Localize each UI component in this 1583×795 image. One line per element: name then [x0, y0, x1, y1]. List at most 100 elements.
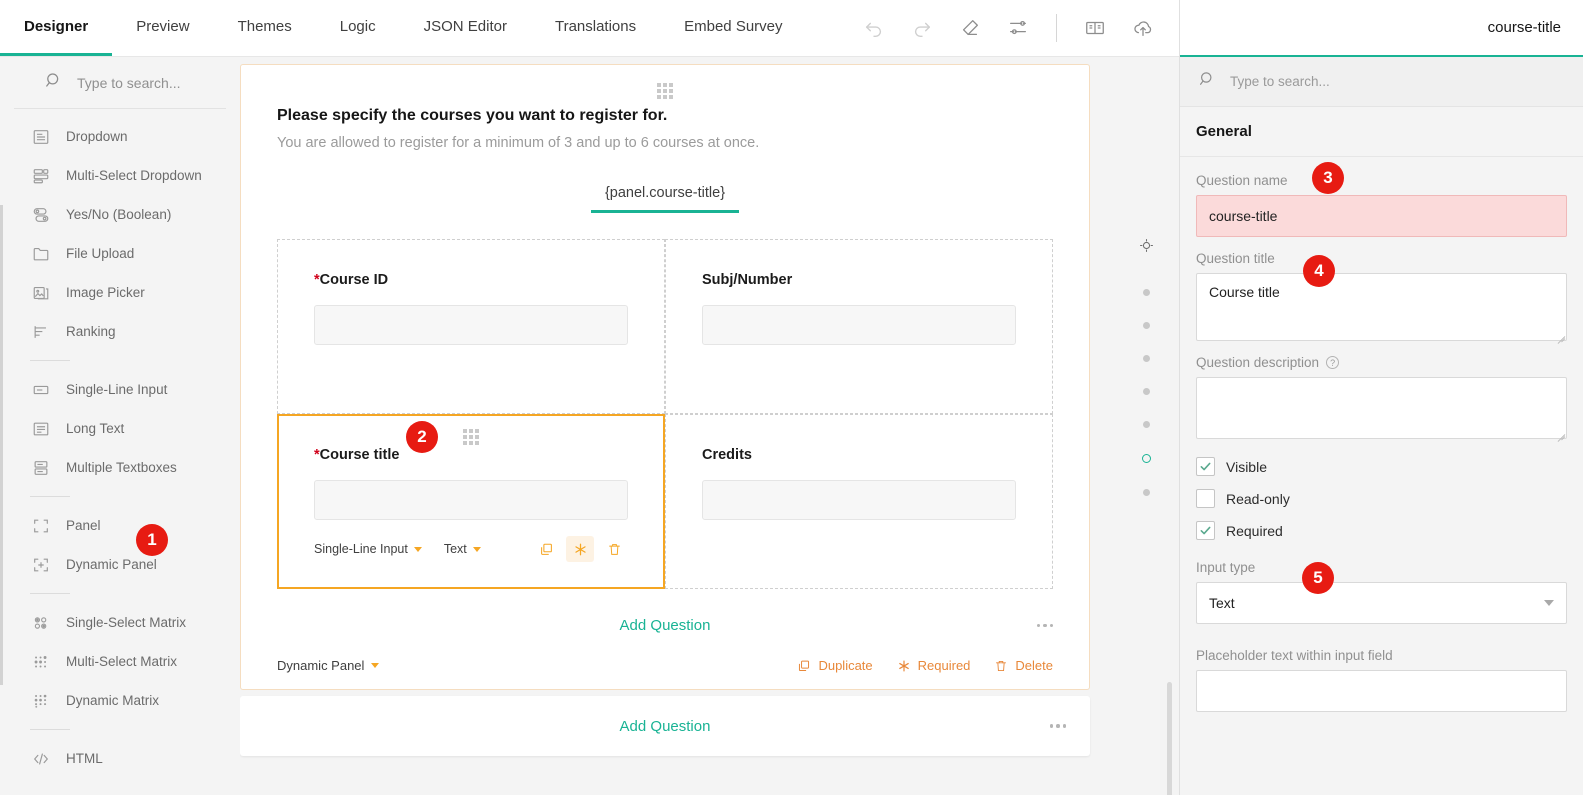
toolbox-item-multi-select-matrix[interactable]: Multi-Select Matrix: [0, 642, 240, 681]
toolbox-item-multiple-textboxes[interactable]: Multiple Textboxes: [0, 448, 240, 487]
nav-dot-1[interactable]: [1143, 322, 1150, 329]
checkbox-read-only[interactable]: Read-only: [1196, 489, 1567, 508]
tab-preview[interactable]: Preview: [112, 0, 213, 56]
required-asterisk-icon[interactable]: [566, 536, 594, 562]
question-drag-handle[interactable]: [463, 429, 479, 445]
search-icon: [44, 71, 63, 95]
textarea-resize-handle[interactable]: [1554, 328, 1565, 339]
toolbox-item-dynamic-panel[interactable]: Dynamic Panel: [0, 545, 240, 584]
annotation-badge-1: 1: [136, 524, 168, 556]
tab-json-editor[interactable]: JSON Editor: [400, 0, 531, 56]
nav-dot-4[interactable]: [1143, 421, 1150, 428]
toolbox-item-single-line-input[interactable]: Single-Line Input: [0, 370, 240, 409]
top-toolbar: [852, 0, 1179, 56]
question-title-value: Course title: [1209, 284, 1280, 300]
redo-icon[interactable]: [900, 6, 944, 50]
cloud-upload-icon[interactable]: [1121, 6, 1165, 50]
help-question-icon[interactable]: ?: [1326, 356, 1340, 369]
page-add-question-card[interactable]: Add Question: [240, 696, 1090, 756]
question-input-course-title[interactable]: [314, 480, 628, 520]
preview-book-icon[interactable]: [1073, 6, 1117, 50]
question-label: *Course ID: [314, 272, 628, 288]
duplicate-icon[interactable]: [532, 536, 560, 562]
toolbox-item-multi-select-dropdown[interactable]: Multi-Select Dropdown: [0, 156, 240, 195]
tab-embed-survey[interactable]: Embed Survey: [660, 0, 806, 56]
page-drag-handle[interactable]: [277, 83, 1053, 99]
toolbox-scrollbar[interactable]: [0, 205, 3, 685]
checkbox-required[interactable]: Required: [1196, 521, 1567, 540]
panel-duplicate-button[interactable]: Duplicate: [797, 658, 873, 673]
question-name-input[interactable]: course-title: [1196, 195, 1567, 237]
nav-dot-6[interactable]: [1143, 489, 1150, 496]
add-question-button[interactable]: Add Question: [620, 617, 711, 634]
toolbox-item-single-select-matrix[interactable]: Single-Select Matrix: [0, 603, 240, 642]
toolbox-item-long-text[interactable]: Long Text: [0, 409, 240, 448]
question-title-textarea[interactable]: Course title: [1196, 273, 1567, 341]
toolbox-item-image-picker[interactable]: Image Picker: [0, 273, 240, 312]
tab-logic[interactable]: Logic: [316, 0, 400, 56]
delete-trash-icon[interactable]: [600, 536, 628, 562]
question-label-text: Credits: [702, 447, 752, 463]
nav-dot-0[interactable]: [1143, 289, 1150, 296]
textarea-resize-handle[interactable]: [1554, 426, 1565, 437]
survey-page[interactable]: Please specify the courses you want to r…: [240, 64, 1090, 690]
tab-translations[interactable]: Translations: [531, 0, 660, 56]
toolbox-item-yes-no-boolean[interactable]: Yes/No (Boolean): [0, 195, 240, 234]
toolbox-search[interactable]: Type to search...: [14, 57, 226, 109]
checkbox-visible[interactable]: Visible: [1196, 457, 1567, 476]
settings-sliders-icon[interactable]: [996, 6, 1040, 50]
nav-dot-5-current[interactable]: [1142, 454, 1151, 463]
question-type-select[interactable]: Single-Line Input: [314, 542, 422, 556]
toolbox-sidebar: Type to search... Dropdown Multi-Select …: [0, 57, 240, 795]
question-label: Subj/Number: [702, 272, 1016, 288]
eraser-icon[interactable]: [948, 6, 992, 50]
nav-dot-3[interactable]: [1143, 388, 1150, 395]
field-question-description: Question description ?: [1196, 355, 1567, 439]
tab-themes[interactable]: Themes: [214, 0, 316, 56]
question-input-course-id[interactable]: [314, 305, 628, 345]
page-more-options-icon[interactable]: [1049, 724, 1066, 728]
check-icon: [1200, 526, 1211, 535]
question-cell-subj-number[interactable]: Subj/Number: [665, 239, 1053, 414]
placeholder-input[interactable]: [1196, 670, 1567, 712]
property-section-general[interactable]: General: [1180, 107, 1583, 157]
question-input-subj-number[interactable]: [702, 305, 1016, 345]
question-input-credits[interactable]: [702, 480, 1016, 520]
nav-dot-2[interactable]: [1143, 355, 1150, 362]
question-description-textarea[interactable]: [1196, 377, 1567, 439]
undo-icon[interactable]: [852, 6, 896, 50]
designer-area: Designer Preview Themes Logic JSON Edito…: [0, 0, 1179, 795]
toolbox-item-ranking[interactable]: Ranking: [0, 312, 240, 351]
placeholder-label: Placeholder text within input field: [1196, 648, 1393, 663]
canvas-scrollbar[interactable]: [1167, 682, 1172, 795]
property-checkbox-group: Visible Read-only Required: [1196, 457, 1567, 540]
drag-dots-icon: [657, 83, 673, 99]
input-type-select[interactable]: Text: [1196, 582, 1567, 624]
question-cell-course-title[interactable]: *Course title Single-Line Input Text: [277, 414, 665, 589]
property-search[interactable]: Type to search...: [1180, 57, 1583, 107]
toolbox-item-panel[interactable]: Panel: [0, 506, 240, 545]
panel-tab-course-title[interactable]: {panel.course-title}: [590, 181, 740, 213]
annotation-badge-3: 3: [1312, 162, 1344, 194]
toolbox-item-html[interactable]: HTML: [0, 739, 240, 778]
panel-more-options-icon[interactable]: [1036, 623, 1053, 628]
tab-designer[interactable]: Designer: [0, 0, 113, 56]
panel-delete-button[interactable]: Delete: [994, 658, 1053, 673]
toolbox-item-label: HTML: [66, 751, 103, 766]
question-cell-course-id[interactable]: *Course ID: [277, 239, 665, 414]
toolbox-item-dropdown[interactable]: Dropdown: [0, 117, 240, 156]
bottom-add-question-button[interactable]: Add Question: [620, 718, 711, 735]
multiple-textboxes-icon: [30, 457, 52, 479]
crosshair-target-icon[interactable]: [1138, 237, 1155, 259]
question-input-type-select[interactable]: Text: [444, 542, 481, 556]
field-placeholder: Placeholder text within input field: [1196, 648, 1567, 712]
panel-required-button[interactable]: Required: [897, 658, 970, 673]
toolbox-item-dynamic-matrix[interactable]: Dynamic Matrix: [0, 681, 240, 720]
toolbox-item-label: Multi-Select Dropdown: [66, 168, 202, 183]
panel-type-select[interactable]: Dynamic Panel: [277, 658, 380, 673]
panel-icon: [30, 515, 52, 537]
question-cell-credits[interactable]: Credits: [665, 414, 1053, 589]
page-description: You are allowed to register for a minimu…: [277, 135, 760, 151]
designer-body: Type to search... Dropdown Multi-Select …: [0, 57, 1179, 795]
toolbox-item-file-upload[interactable]: File Upload: [0, 234, 240, 273]
